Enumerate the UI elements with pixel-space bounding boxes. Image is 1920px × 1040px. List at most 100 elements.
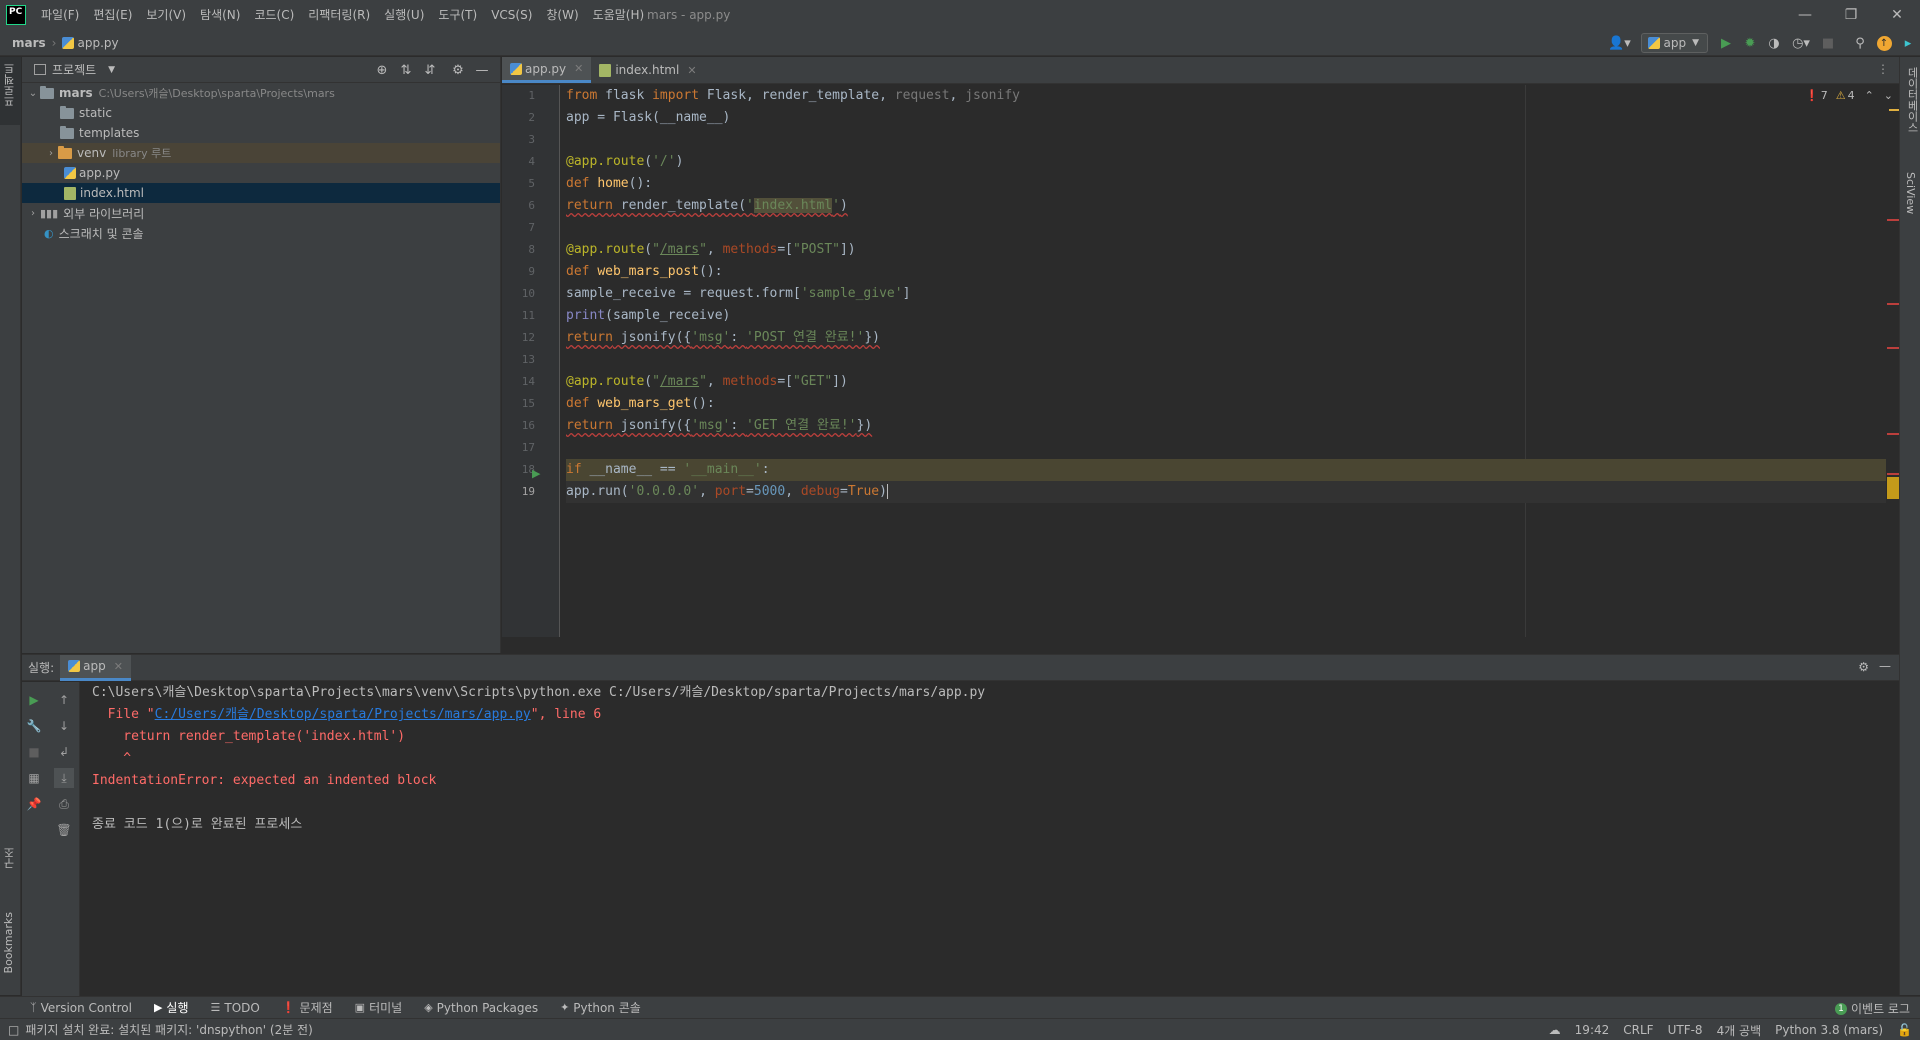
print-icon[interactable]: ⎙	[54, 794, 74, 814]
soft-wrap-icon[interactable]: ↲	[54, 742, 74, 762]
menu-navigate[interactable]: 탐색(N)	[193, 0, 247, 30]
arrow-down-icon[interactable]: ↓	[54, 716, 74, 736]
tree-item-venv[interactable]: › venv library 루트	[22, 143, 500, 163]
chevron-down-icon[interactable]: ▼	[108, 65, 115, 75]
layout-icon[interactable]: ▦	[24, 768, 44, 788]
run-config-select[interactable]: app ▼	[1641, 33, 1708, 53]
close-icon[interactable]: ✕	[574, 62, 583, 75]
code-with-me-icon[interactable]: ▸	[1896, 31, 1920, 55]
trash-icon[interactable]: 🗑	[54, 820, 74, 840]
pin-icon[interactable]: 📌	[24, 794, 44, 814]
menu-edit[interactable]: 편집(E)	[86, 0, 139, 30]
python-interpreter[interactable]: Python 3.8 (mars)	[1775, 1023, 1883, 1037]
run-tab-app[interactable]: app ✕	[60, 654, 131, 681]
menu-file[interactable]: 파일(F)	[34, 0, 86, 30]
tool-tab-sciview[interactable]: SciView	[1904, 172, 1917, 214]
coverage-icon[interactable]: ◑	[1762, 31, 1786, 55]
more-tabs-icon[interactable]: ⋮	[1877, 62, 1889, 76]
caret-position[interactable]: 19:42	[1575, 1023, 1610, 1037]
tree-item-label: 외부 라이브러리	[63, 206, 145, 221]
chevron-down-icon[interactable]: ⌄	[1884, 89, 1893, 102]
rerun-icon[interactable]: ▶	[24, 690, 44, 710]
breadcrumb-file[interactable]: app.py	[62, 36, 119, 50]
project-panel: 프로젝트 ▼ ⊕ ⇅ ⇵ ⚙ — ⌄ mars C:\Users\캐슬\Desk…	[22, 57, 501, 653]
profile-icon[interactable]: ◷▾	[1786, 31, 1816, 55]
close-icon[interactable]: ✕	[687, 64, 696, 77]
line-separator[interactable]: CRLF	[1623, 1023, 1653, 1037]
collapse-all-icon[interactable]: ⇵	[418, 58, 442, 82]
indent-setting[interactable]: 4개 공백	[1717, 1022, 1762, 1039]
menu-window[interactable]: 창(W)	[539, 0, 585, 30]
tool-tab-project[interactable]: 프로젝트	[2, 63, 18, 107]
error-stripe-mark[interactable]	[1887, 219, 1899, 221]
console-file-link[interactable]: C:/Users/캐슬/Desktop/sparta/Projects/mars…	[155, 707, 531, 722]
tree-item-templates[interactable]: templates	[22, 123, 500, 143]
run-icon[interactable]: ▶	[1714, 31, 1738, 55]
menu-view[interactable]: 보기(V)	[139, 0, 193, 30]
expand-all-icon[interactable]: ⇅	[394, 58, 418, 82]
menu-help[interactable]: 도움말(H)	[586, 0, 652, 30]
tool-python-packages[interactable]: ◈ Python Packages	[424, 1001, 538, 1015]
run-gutter-icon[interactable]: ▶	[532, 463, 540, 485]
warning-stripe-mark[interactable]	[1889, 109, 1899, 111]
status-toggle-icon[interactable]: □	[8, 1023, 19, 1037]
wrench-icon[interactable]: 🔧	[24, 716, 44, 736]
lock-icon[interactable]: 🔓	[1897, 1023, 1912, 1037]
stop-icon[interactable]: ■	[1816, 31, 1840, 55]
tree-item-external-libraries[interactable]: › ▮▮▮ 외부 라이브러리	[22, 203, 500, 223]
arrow-up-icon[interactable]: ↑	[54, 690, 74, 710]
tool-run[interactable]: ▶ 실행	[154, 999, 189, 1016]
scroll-to-end-icon[interactable]: ⤓	[54, 768, 74, 788]
tool-problems[interactable]: ❗ 문제점	[282, 999, 333, 1016]
tab-index-html[interactable]: index.html ✕	[591, 57, 704, 83]
tab-app-py[interactable]: app.py ✕	[502, 57, 592, 83]
tree-item-mars[interactable]: ⌄ mars C:\Users\캐슬\Desktop\sparta\Projec…	[22, 83, 500, 103]
tool-python-console[interactable]: ✦ Python 콘솔	[560, 999, 641, 1016]
tool-todo[interactable]: ☰ TODO	[211, 1001, 260, 1015]
menu-tools[interactable]: 도구(T)	[431, 0, 484, 30]
git-icon[interactable]: ☁	[1549, 1023, 1561, 1037]
tree-item-app-py[interactable]: app.py	[22, 163, 500, 183]
hide-panel-icon[interactable]: —	[1879, 659, 1891, 673]
status-message[interactable]: 패키지 설치 완료: 설치된 패키지: 'dnspython' (2분 전)	[25, 1021, 312, 1038]
inspection-widget[interactable]: ❗ 7 ⚠ 4 ⌃ ⌄	[1805, 89, 1893, 102]
tree-item-scratches[interactable]: ◐ 스크래치 및 콘솔	[22, 223, 500, 243]
tree-item-static[interactable]: static	[22, 103, 500, 123]
tool-version-control[interactable]: ᛉ Version Control	[30, 1001, 132, 1015]
menu-refactor[interactable]: 리팩터링(R)	[301, 0, 377, 30]
hide-panel-icon[interactable]: —	[470, 58, 494, 82]
tool-tab-database[interactable]: 데이터베이스	[1904, 67, 1920, 133]
minimize-icon[interactable]: —	[1782, 0, 1828, 30]
debug-icon[interactable]: ✹	[1738, 31, 1762, 55]
menu-vcs[interactable]: VCS(S)	[484, 0, 539, 30]
tree-item-index-html[interactable]: index.html	[22, 183, 500, 203]
chevron-right-icon[interactable]: ›	[44, 148, 58, 159]
error-stripe-mark[interactable]	[1887, 303, 1899, 305]
menu-code[interactable]: 코드(C)	[247, 0, 301, 30]
tool-event-log[interactable]: 1 이벤트 로그	[1834, 1000, 1910, 1017]
menu-run[interactable]: 실행(U)	[377, 0, 431, 30]
tool-tab-bookmarks[interactable]: Bookmarks	[2, 912, 15, 973]
chevron-right-icon[interactable]: ›	[26, 208, 40, 219]
locate-icon[interactable]: ⊕	[370, 58, 394, 82]
restore-icon[interactable]: ❐	[1828, 0, 1874, 30]
gear-icon[interactable]: ⚙	[446, 58, 470, 82]
error-stripe-mark[interactable]	[1887, 433, 1899, 435]
close-window-icon[interactable]: ✕	[1874, 0, 1920, 30]
tool-terminal[interactable]: ▣ 터미널	[355, 999, 403, 1016]
stop-icon[interactable]: ■	[24, 742, 44, 762]
tool-tab-structure[interactable]: 구조	[2, 847, 18, 869]
gear-icon[interactable]: ⚙	[1858, 660, 1869, 674]
chevron-up-icon[interactable]: ⌃	[1865, 89, 1874, 102]
chevron-down-icon[interactable]: ⌄	[26, 88, 40, 99]
user-icon[interactable]: 👤▾	[1603, 31, 1635, 55]
python-file-icon	[1648, 37, 1661, 49]
search-icon[interactable]: ⚲	[1848, 31, 1872, 55]
error-stripe-mark[interactable]	[1887, 347, 1899, 349]
breadcrumb-project[interactable]: mars	[12, 36, 46, 50]
update-icon[interactable]: ↑	[1872, 31, 1896, 55]
error-stripe-mark[interactable]	[1887, 473, 1899, 475]
close-icon[interactable]: ✕	[114, 660, 123, 673]
project-panel-title[interactable]: 프로젝트	[52, 61, 96, 78]
file-encoding[interactable]: UTF-8	[1668, 1023, 1703, 1037]
